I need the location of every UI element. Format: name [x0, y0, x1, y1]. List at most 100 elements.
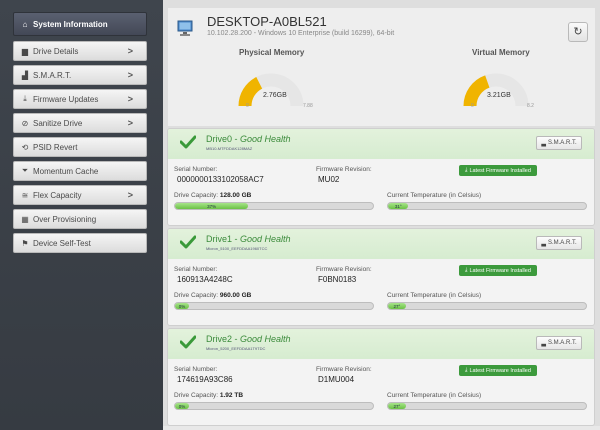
sidebar-item-system-information[interactable]: ⌂ System Information	[13, 12, 147, 36]
main-panel: DESKTOP-A0BL521 10.102.28.200 - Windows …	[163, 0, 600, 430]
capacity-bar: 37%	[174, 202, 374, 210]
capacity-label-text: Drive Capacity:	[174, 292, 219, 299]
smart-button[interactable]: ▃ S.M.A.R.T.	[536, 236, 582, 250]
sidebar-item-label: Sanitize Drive	[33, 118, 83, 128]
temperature-value: 31°	[394, 203, 402, 209]
system-header: DESKTOP-A0BL521 10.102.28.200 - Windows …	[168, 8, 595, 126]
firmware-value: MU02	[318, 175, 340, 184]
check-icon	[180, 135, 196, 149]
temperature-value: 27°	[393, 303, 401, 309]
temperature-bar: 27°	[387, 402, 587, 410]
firmware-value: D1MU004	[318, 375, 355, 384]
firmware-value: F0BN0183	[318, 275, 357, 284]
temperature-label: Current Temperature (in Celsius)	[387, 192, 482, 199]
check-icon	[180, 235, 196, 249]
sidebar-item-label: Device Self-Test	[33, 238, 91, 248]
capacity-value: 1.92 TB	[219, 392, 244, 399]
smart-button[interactable]: ▃ S.M.A.R.T.	[536, 336, 582, 350]
flag-icon: ⚑	[21, 238, 29, 248]
sidebar-item-drive-details[interactable]: ▆ Drive Details >	[13, 41, 147, 61]
capacity-bar-fill: 0%	[175, 303, 189, 309]
serial-value: 174619A93C86	[177, 375, 233, 384]
drive-icon: ▆	[21, 46, 29, 56]
sidebar-item-psid-revert[interactable]: ⟲ PSID Revert	[13, 137, 147, 157]
bar-chart-icon: ▃	[541, 240, 546, 247]
physical-memory-max: 7.88	[303, 103, 313, 109]
hostname: DESKTOP-A0BL521	[207, 14, 327, 29]
serial-value: 160913A4248C	[177, 275, 233, 284]
sidebar-item-sanitize-drive[interactable]: ⊘ Sanitize Drive >	[13, 113, 147, 133]
sidebar-item-momentum-cache[interactable]: ⏷ Momentum Cache	[13, 161, 147, 181]
sidebar-item-firmware-updates[interactable]: ⤓ Firmware Updates >	[13, 89, 147, 109]
chevron-right-icon: >	[127, 94, 133, 104]
download-icon: ⤓	[465, 167, 468, 173]
drive-card-header: Drive0 - Good Health MB10-MTFDDAK128MAZ …	[168, 129, 594, 159]
sidebar-item-s-m-a-r-t[interactable]: ▟ S.M.A.R.T. >	[13, 65, 147, 85]
firmware-status-label: Latest Firmware Installed	[469, 367, 531, 374]
drive-name: Drive1	[206, 234, 233, 244]
sidebar-item-over-provisioning[interactable]: ▦ Over Provisioning	[13, 209, 147, 229]
firmware-label: Firmware Revision:	[316, 366, 372, 373]
drive-card-header: Drive1 - Good Health Micron_5100_EEFDDAA…	[168, 229, 594, 259]
download-icon: ⤓	[23, 94, 27, 103]
sidebar-item-label: Firmware Updates	[33, 94, 99, 104]
physical-memory-gauge	[238, 73, 304, 107]
firmware-status-badge: ⤓ Latest Firmware Installed	[459, 365, 537, 376]
drive-title: Drive2 - Good Health	[206, 334, 291, 344]
sidebar-item-label: System Information	[33, 19, 108, 29]
virtual-memory-max: 8.2	[527, 103, 534, 109]
physical-memory-value: 2.76GB	[263, 92, 287, 99]
firmware-status-label: Latest Firmware Installed	[469, 267, 531, 274]
virtual-memory-value: 3.21GB	[487, 92, 511, 99]
physical-memory-min: 0	[246, 103, 249, 109]
drive-title: Drive1 - Good Health	[206, 234, 291, 244]
temperature-bar: 31°	[387, 202, 587, 210]
sidebar-item-device-self-test[interactable]: ⚑ Device Self-Test	[13, 233, 147, 253]
drive-model: Micron_5100_EEFDDAA1960TCC	[206, 246, 268, 251]
firmware-label: Firmware Revision:	[316, 266, 372, 273]
sidebar-item-label: Drive Details	[33, 46, 79, 56]
chevron-right-icon: >	[127, 190, 133, 200]
capacity-percent: 0%	[178, 303, 186, 309]
drive-card: Drive0 - Good Health MB10-MTFDDAK128MAZ …	[167, 128, 595, 226]
gauge-title-virtual: Virtual Memory	[472, 48, 530, 57]
sidebar-item-label: Over Provisioning	[33, 214, 97, 224]
sidebar-item-flex-capacity[interactable]: ≊ Flex Capacity >	[13, 185, 147, 205]
drive-model: MB10-MTFDDAK128MAZ	[206, 146, 253, 151]
serial-value: 0000000133102058AC7	[177, 175, 264, 184]
smart-button[interactable]: ▃ S.M.A.R.T.	[536, 136, 582, 150]
capacity-label: Drive Capacity: 1.92 TB	[174, 392, 243, 399]
drive-health: Good Health	[240, 334, 291, 344]
drive-model: Micron_5200_EEFDDAA1T9TDC	[206, 346, 266, 351]
capacity-percent: 0%	[178, 403, 186, 409]
capacity-label: Drive Capacity: 960.00 GB	[174, 292, 251, 299]
bar-chart-icon: ▃	[541, 340, 546, 347]
temperature-bar-fill: 27°	[388, 303, 406, 309]
smart-button-label: S.M.A.R.T.	[547, 340, 577, 346]
bar-chart-icon: ▃	[541, 140, 546, 147]
drive-name: Drive2	[206, 334, 233, 344]
capacity-value: 128.00 GB	[219, 192, 252, 199]
chart-icon: ▟	[21, 70, 29, 80]
chevron-right-icon: >	[127, 118, 133, 128]
capacity-bar-fill: 0%	[175, 403, 189, 409]
sliders-icon: ≊	[21, 190, 29, 200]
sidebar-item-label: PSID Revert	[33, 142, 78, 152]
grid-icon: ▦	[21, 214, 29, 224]
serial-label: Serial Number:	[174, 366, 218, 373]
drive-card-header: Drive2 - Good Health Micron_5200_EEFDDAA…	[168, 329, 594, 359]
capacity-percent: 37%	[207, 203, 217, 209]
drive-card: Drive2 - Good Health Micron_5200_EEFDDAA…	[167, 328, 595, 426]
drive-health: Good Health	[240, 134, 291, 144]
temperature-bar: 27°	[387, 302, 587, 310]
serial-label: Serial Number:	[174, 266, 218, 273]
smart-button-label: S.M.A.R.T.	[547, 240, 577, 246]
refresh-button[interactable]: ↻	[568, 22, 588, 42]
capacity-label: Drive Capacity: 128.00 GB	[174, 192, 251, 199]
firmware-label: Firmware Revision:	[316, 166, 372, 173]
drive-card: Drive1 - Good Health Micron_5100_EEFDDAA…	[167, 228, 595, 326]
firmware-status-badge: ⤓ Latest Firmware Installed	[459, 265, 537, 276]
capacity-bar: 0%	[174, 302, 374, 310]
sidebar-item-label: Momentum Cache	[33, 166, 99, 176]
computer-icon	[177, 20, 193, 36]
